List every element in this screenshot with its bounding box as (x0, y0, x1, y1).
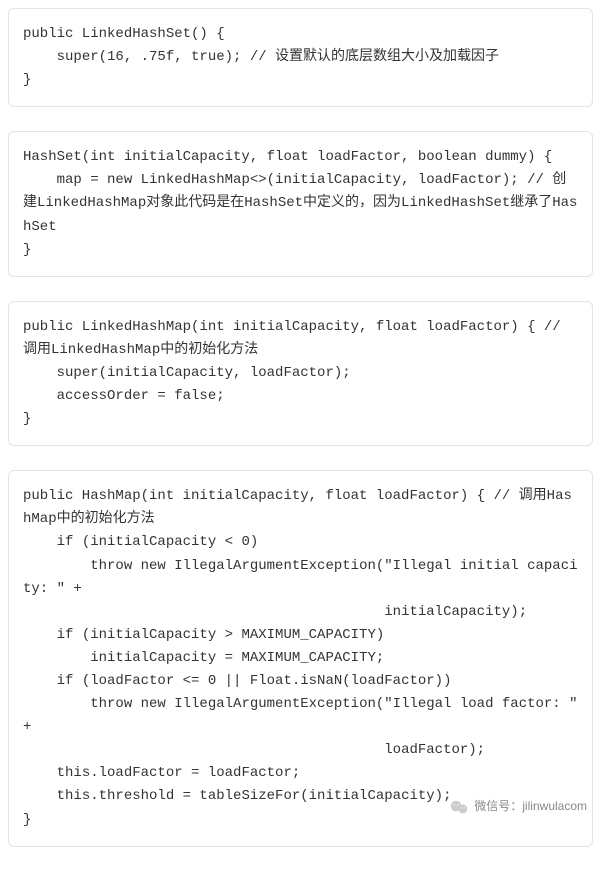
wechat-watermark: 微信号：jilinwulacom (450, 797, 587, 817)
code-block-1: public LinkedHashSet() { super(16, .75f,… (8, 8, 593, 107)
code-block-2: HashSet(int initialCapacity, float loadF… (8, 131, 593, 276)
watermark-id: jilinwulacom (522, 799, 587, 813)
code-block-3: public LinkedHashMap(int initialCapacity… (8, 301, 593, 446)
watermark-label: 微信号： (474, 799, 522, 813)
code-block-4: public HashMap(int initialCapacity, floa… (8, 470, 593, 846)
wechat-icon (450, 800, 468, 815)
